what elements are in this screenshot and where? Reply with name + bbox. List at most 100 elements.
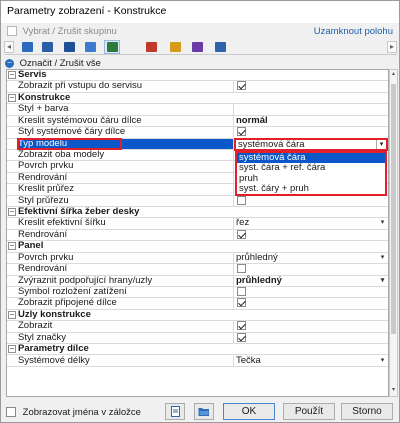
property-value-text: průhledný [236,251,278,263]
category-label: Konstrukce [18,92,71,103]
open-icon-button[interactable] [194,403,214,420]
chevron-down-icon[interactable]: ▾ [378,356,387,365]
property-value[interactable] [233,127,388,138]
category-row[interactable]: − Konstrukce [7,92,388,105]
property-row[interactable]: Systémové délky Tečka ▾ [7,355,388,367]
property-checkbox[interactable] [237,127,246,137]
property-value[interactable] [233,321,388,332]
property-value[interactable]: normál [233,115,388,127]
collapse-icon[interactable]: − [8,71,16,79]
category-label: Uzly konstrukce [18,309,91,320]
toolbar-tab-member-icon[interactable] [61,40,77,54]
property-row[interactable]: Rendrování [7,264,388,276]
collapse-all-icon[interactable]: − [5,58,14,68]
property-checkbox[interactable] [237,264,246,274]
property-value[interactable]: Tečka ▾ [233,355,388,366]
model-type-combo[interactable]: systémová čára ▾ [235,138,387,150]
property-value[interactable]: řez ▾ [233,217,388,229]
property-value[interactable] [233,81,388,92]
property-row[interactable]: Zobrazit při vstupu do servisu [7,81,388,93]
property-value[interactable]: průhledný ▾ [233,251,388,264]
result-icon [191,42,203,52]
property-row[interactable]: Povrch prvku průhledný ▾ [7,251,388,265]
model-type-dropdown[interactable]: systémová čára syst. čára + ref. čára pruh… [235,150,387,197]
property-row[interactable]: Zobrazit připojené dílce [7,298,388,310]
toolbar-tab-result-icon[interactable] [189,40,205,54]
collapse-icon[interactable]: − [8,345,16,354]
property-value[interactable] [233,298,388,309]
apply-button[interactable]: Použít [283,403,335,420]
property-value[interactable] [233,286,388,298]
bottom-bar: Zobrazovat jména v záložce OK Použít Sto… [1,399,399,423]
scroll-thumb[interactable] [391,84,396,334]
toolbar-tab-color-palette-icon[interactable] [167,40,183,54]
property-row[interactable]: Zvýraznit podpořující hrany/uzly průhledn… [7,275,388,287]
property-row[interactable]: Styl průřezu [7,195,388,208]
category-row[interactable]: − Servis [7,70,388,82]
category-row[interactable]: − Parametry dílce [7,344,388,356]
collapse-icon[interactable]: − [8,208,16,217]
property-row[interactable]: Styl značky [7,332,388,345]
select-all-label: Označit / Zrušit vše [19,58,101,69]
property-checkbox[interactable] [237,332,246,342]
show-names-checkbox[interactable] [6,407,16,418]
ok-button[interactable]: OK [223,403,275,420]
property-row[interactable]: Styl + barva [7,104,388,116]
cancel-button[interactable]: Storno [341,403,393,420]
property-checkbox[interactable] [237,81,246,91]
toolbar-scroll-left-icon[interactable]: ◂ [4,41,14,53]
category-row[interactable]: − Panel [7,241,388,253]
property-row[interactable]: Symbol rozložení zatížení [7,286,388,299]
property-checkbox[interactable] [237,321,246,331]
property-label: Zobrazit oba modely [18,149,105,160]
grid-scrollbar[interactable]: ▴ ▾ [389,69,398,397]
property-row[interactable]: Kreslit efektivní šířku řez ▾ [7,217,388,230]
property-checkbox[interactable] [237,229,246,239]
toolbar-tab-load-icon[interactable] [143,40,159,54]
lock-position-link[interactable]: Uzamknout polohu [314,26,393,37]
collapse-icon[interactable]: − [8,93,16,102]
grid-view-icon [41,42,53,52]
category-label: Servis [18,70,47,80]
select-group-toggle[interactable]: Vybrat / Zrušit skupinu [7,26,117,37]
toolbar-tab-grid-view-icon[interactable] [39,40,55,54]
collapse-icon[interactable]: − [8,310,16,319]
scroll-down-icon[interactable]: ▾ [390,386,397,396]
toolbar-tab-structure-icon[interactable] [19,40,35,54]
toolbar-tab-dimension-icon[interactable] [82,40,98,54]
chevron-down-icon[interactable]: ▾ [378,218,387,227]
property-value[interactable]: průhledný ▾ [233,275,388,286]
save-icon-button[interactable] [165,403,185,420]
property-label: Kreslit průřez [18,184,74,195]
property-value[interactable] [233,264,388,275]
toolbar-scroll-right-icon[interactable]: ▸ [387,41,397,53]
toolbar-tab-search-icon[interactable] [212,40,228,54]
top-row: Vybrat / Zrušit skupinu Uzamknout polohu [5,25,397,39]
property-label: Kreslit systémovou čáru dílce [18,115,142,126]
property-value[interactable] [233,195,388,207]
property-value[interactable] [233,229,388,241]
property-checkbox[interactable] [237,195,246,205]
scroll-up-icon[interactable]: ▴ [390,70,397,80]
property-checkbox[interactable] [237,298,246,308]
property-checkbox[interactable] [237,286,246,296]
chevron-down-icon[interactable]: ▾ [376,139,386,149]
property-value-text: řez [236,217,250,229]
document-icon [170,406,180,417]
show-names-toggle[interactable]: Zobrazovat jména v záložce [6,407,141,418]
chevron-down-icon[interactable]: ▾ [378,253,387,262]
select-group-checkbox[interactable] [7,26,17,37]
property-row[interactable]: Kreslit systémovou čáru dílce normál [7,115,388,128]
property-value[interactable] [233,104,388,115]
property-value[interactable] [233,332,388,344]
property-row[interactable]: Rendrování [7,229,388,242]
property-row[interactable]: Zobrazit [7,321,388,333]
chevron-down-icon[interactable]: ▾ [378,276,387,285]
collapse-icon[interactable]: − [8,242,16,251]
category-row[interactable]: − Uzly konstrukce [7,309,388,322]
category-row[interactable]: − Efektivní šířka žeber desky [7,207,388,219]
property-row[interactable]: Styl systémové čáry dílce [7,127,388,139]
dropdown-option[interactable]: syst. čáry + pruh [237,183,385,194]
toolbar-tab-support-icon[interactable] [104,40,120,54]
dropdown-option[interactable]: syst. čára + ref. čára [237,163,385,173]
